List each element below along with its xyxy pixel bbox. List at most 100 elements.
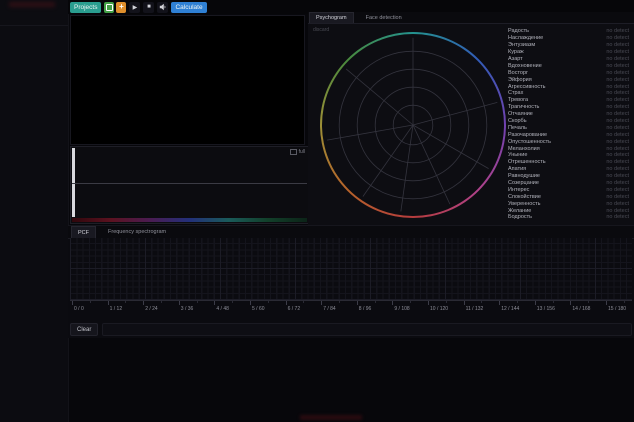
emotion-name: Опустошенность [508,139,551,145]
emotion-value: no detect [606,118,629,124]
axis-tick [357,301,358,305]
emotion-value: no detect [606,180,629,186]
emotion-value: no detect [606,132,629,138]
emotion-row: Отчаяние no detect [508,111,629,118]
axis-tick-label: 9 / 108 [394,306,409,312]
axis-minor-tick [268,301,269,303]
add-button[interactable]: + [116,2,126,13]
psychogram-chart [320,32,506,218]
emotion-name: Наслаждение [508,35,543,41]
stop-icon: ■ [147,4,151,10]
emotion-row: Энтузиазмno detect [508,42,629,49]
seek-strip[interactable] [102,323,632,336]
emotion-value: no detect [606,194,629,200]
emotion-value: no detect [606,56,629,62]
emotion-value: no detect [606,139,629,145]
emotion-row: Опустошенность no detect [508,138,629,145]
emotion-value: no detect [606,146,629,152]
emotion-name: Равнодушие [508,173,540,179]
axis-tick [392,301,393,305]
time-axis: 0 / 01 / 122 / 243 / 364 / 485 / 606 / 7… [70,300,632,317]
emotion-value: no detect [606,111,629,117]
axis-tick-label: 5 / 60 [252,306,265,312]
axis-tick-label: 12 / 144 [501,306,519,312]
axis-tick-label: 15 / 180 [608,306,626,312]
emotion-name: Меланхолия [508,146,540,152]
emotion-value: no detect [606,152,629,158]
axis-tick [72,301,73,305]
axis-minor-tick [197,301,198,303]
waveform-panel[interactable]: full [70,146,309,224]
axis-tick-label: 10 / 120 [430,306,448,312]
tab-pcf[interactable]: PCF [71,226,96,238]
axis-minor-tick [161,301,162,303]
axis-tick-label: 14 / 168 [572,306,590,312]
axis-tick [108,301,109,305]
projects-button[interactable]: Projects [70,2,101,13]
emotion-row: Спокойствиеno detect [508,193,629,200]
emotion-value: no detect [606,159,629,165]
axis-minor-tick [446,301,447,303]
emotion-list: Радостьno detectНаслаждениеno detectЭнту… [508,28,629,221]
full-label: full [299,149,305,155]
axis-tick [179,301,180,305]
emotion-name: Энтузиазм [508,42,535,48]
emotion-row: Уныниеno detect [508,152,629,159]
emotion-value: no detect [606,84,629,90]
axis-tick-label: 13 / 156 [537,306,555,312]
volume-button[interactable] [157,2,168,13]
stop-button[interactable]: ■ [143,2,154,13]
analysis-tab-bar: Psychogram Face detection [308,12,634,24]
emotion-row: Куражno detect [508,49,629,56]
app-window: Projects + ▶ ■ Calculate full [0,0,634,422]
emotion-row: Желаниеno detect [508,207,629,214]
calculate-button[interactable]: Calculate [171,2,206,13]
emotion-name: Радость [508,28,529,34]
emotion-row: Уверенностьno detect [508,200,629,207]
axis-tick [428,301,429,305]
axis-minor-tick [481,301,482,303]
emotion-row: Разочарование no detect [508,131,629,138]
emotion-name: Восторг [508,70,528,76]
axis-tick [464,301,465,305]
axis-tick-label: 6 / 72 [288,306,301,312]
axis-tick [321,301,322,305]
emotion-value: no detect [606,63,629,69]
emotion-name: Апатия [508,166,526,172]
full-zoom-toggle[interactable]: full [290,149,305,155]
play-icon: ▶ [133,4,138,11]
axis-tick-label: 8 / 96 [359,306,372,312]
emotion-value: no detect [606,97,629,103]
plus-icon: + [119,3,124,11]
clear-button[interactable]: Clear [70,323,98,336]
unreadable-text-artifact [300,415,362,420]
tab-psychogram[interactable]: Psychogram [309,12,354,23]
speaker-icon [159,3,167,11]
emotion-row: Вдохновение no detect [508,62,629,69]
axis-minor-tick [90,301,91,303]
axis-minor-tick [303,301,304,303]
emotion-name: Разочарование [508,132,547,138]
axis-tick [606,301,607,305]
emotion-value: no detect [606,35,629,41]
video-preview-panel [70,15,305,145]
tab-frequency-spectrogram[interactable]: Frequency spectrogram [102,226,172,238]
emotion-value: no detect [606,166,629,172]
axis-tick [570,301,571,305]
waveform-zero-line [72,183,307,184]
emotion-row: Агрессивностьno detect [508,83,629,90]
emotion-name: Уверенность [508,201,541,207]
emotion-row: Бодростьno detect [508,214,629,221]
axis-tick-label: 2 / 24 [145,306,158,312]
media-button[interactable] [104,2,114,13]
play-button[interactable]: ▶ [129,2,140,13]
spectrogram-grid[interactable] [70,238,632,300]
emotion-name: Вдохновение [508,63,542,69]
axis-minor-tick [517,301,518,303]
emotion-name: Желание [508,208,531,214]
emotion-name: Страх [508,90,523,96]
axis-tick-label: 4 / 48 [216,306,229,312]
emotion-name: Отчаяние [508,111,533,117]
emotion-row: Скорбьno detect [508,118,629,125]
tab-face-detection[interactable]: Face detection [360,12,408,23]
